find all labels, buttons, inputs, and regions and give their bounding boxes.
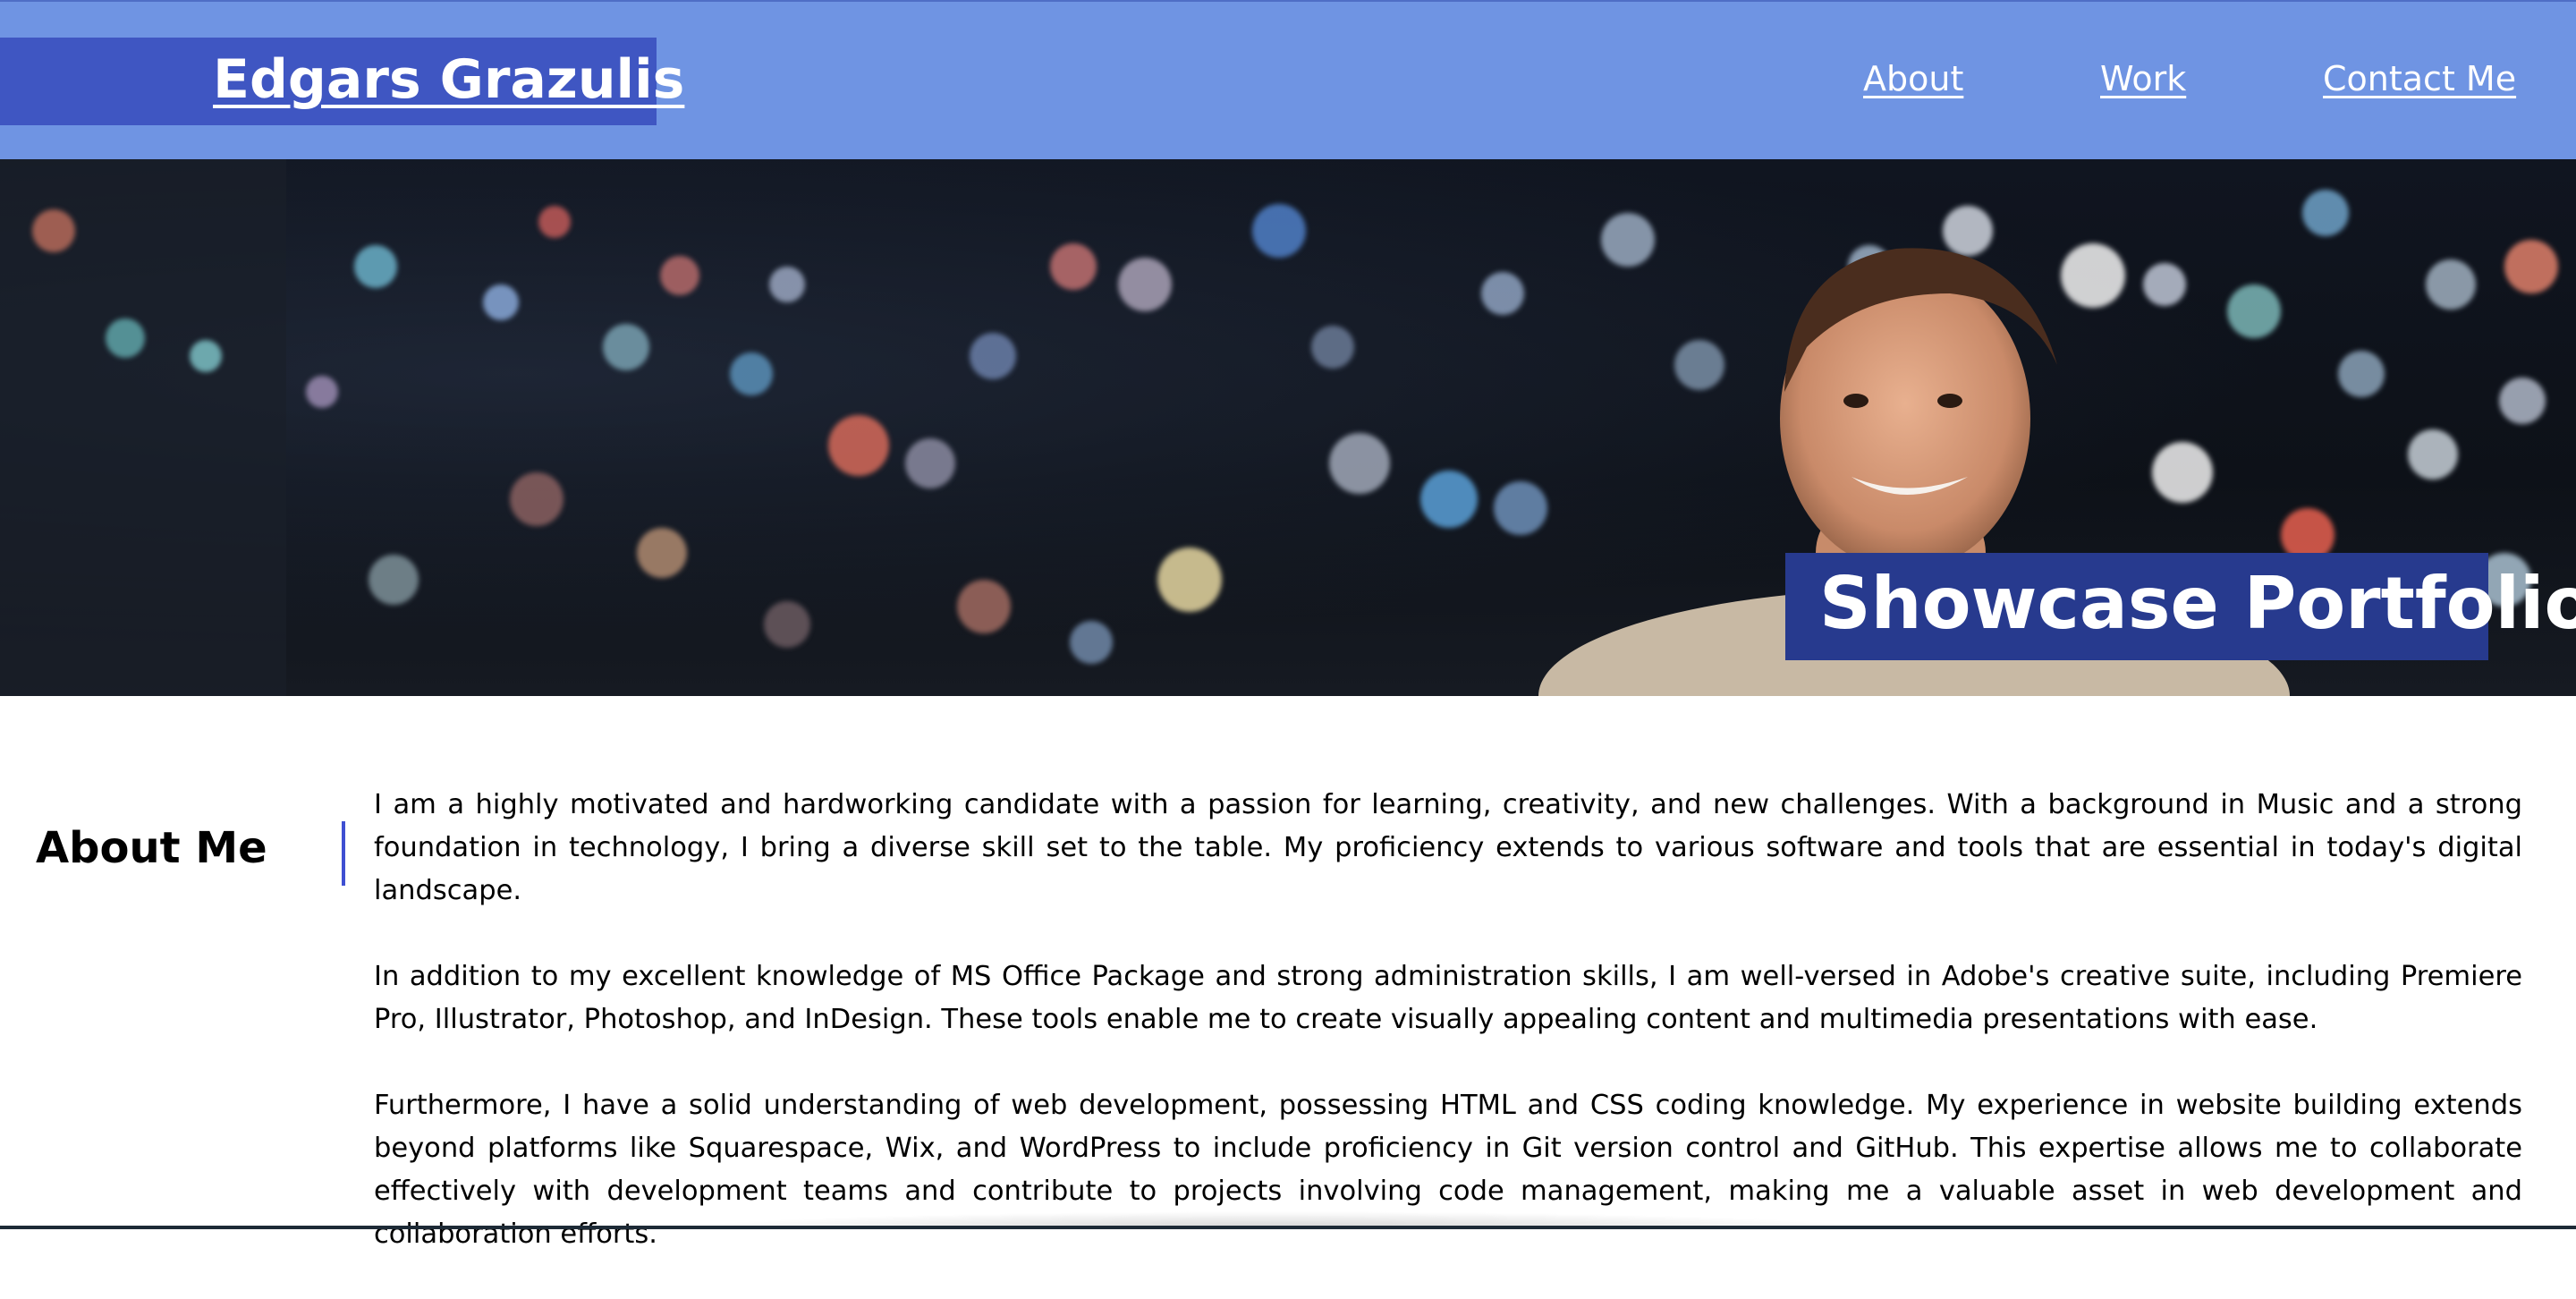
about-paragraph: In addition to my excellent knowledge of… (374, 961, 2522, 1035)
site-header: Edgars Grazulis About Work Contact Me (0, 0, 2576, 159)
about-accent-rule (342, 821, 345, 886)
nav-link-about[interactable]: About (1863, 59, 1963, 98)
nav-link-contact[interactable]: Contact Me (2323, 59, 2516, 98)
hero-title: Showcase Portfolio (1819, 562, 2576, 645)
about-paragraph: Furthermore, I have a solid understandin… (374, 1090, 2522, 1250)
hero-section: Showcase Portfolio (0, 159, 2576, 696)
site-logo-link[interactable]: Edgars Grazulis (213, 48, 684, 111)
about-heading: About Me (36, 823, 267, 873)
nav-link-work[interactable]: Work (2100, 59, 2186, 98)
about-paragraph: I am a highly motivated and hardworking … (374, 789, 2522, 906)
page-bottom-edge (0, 1226, 2576, 1229)
